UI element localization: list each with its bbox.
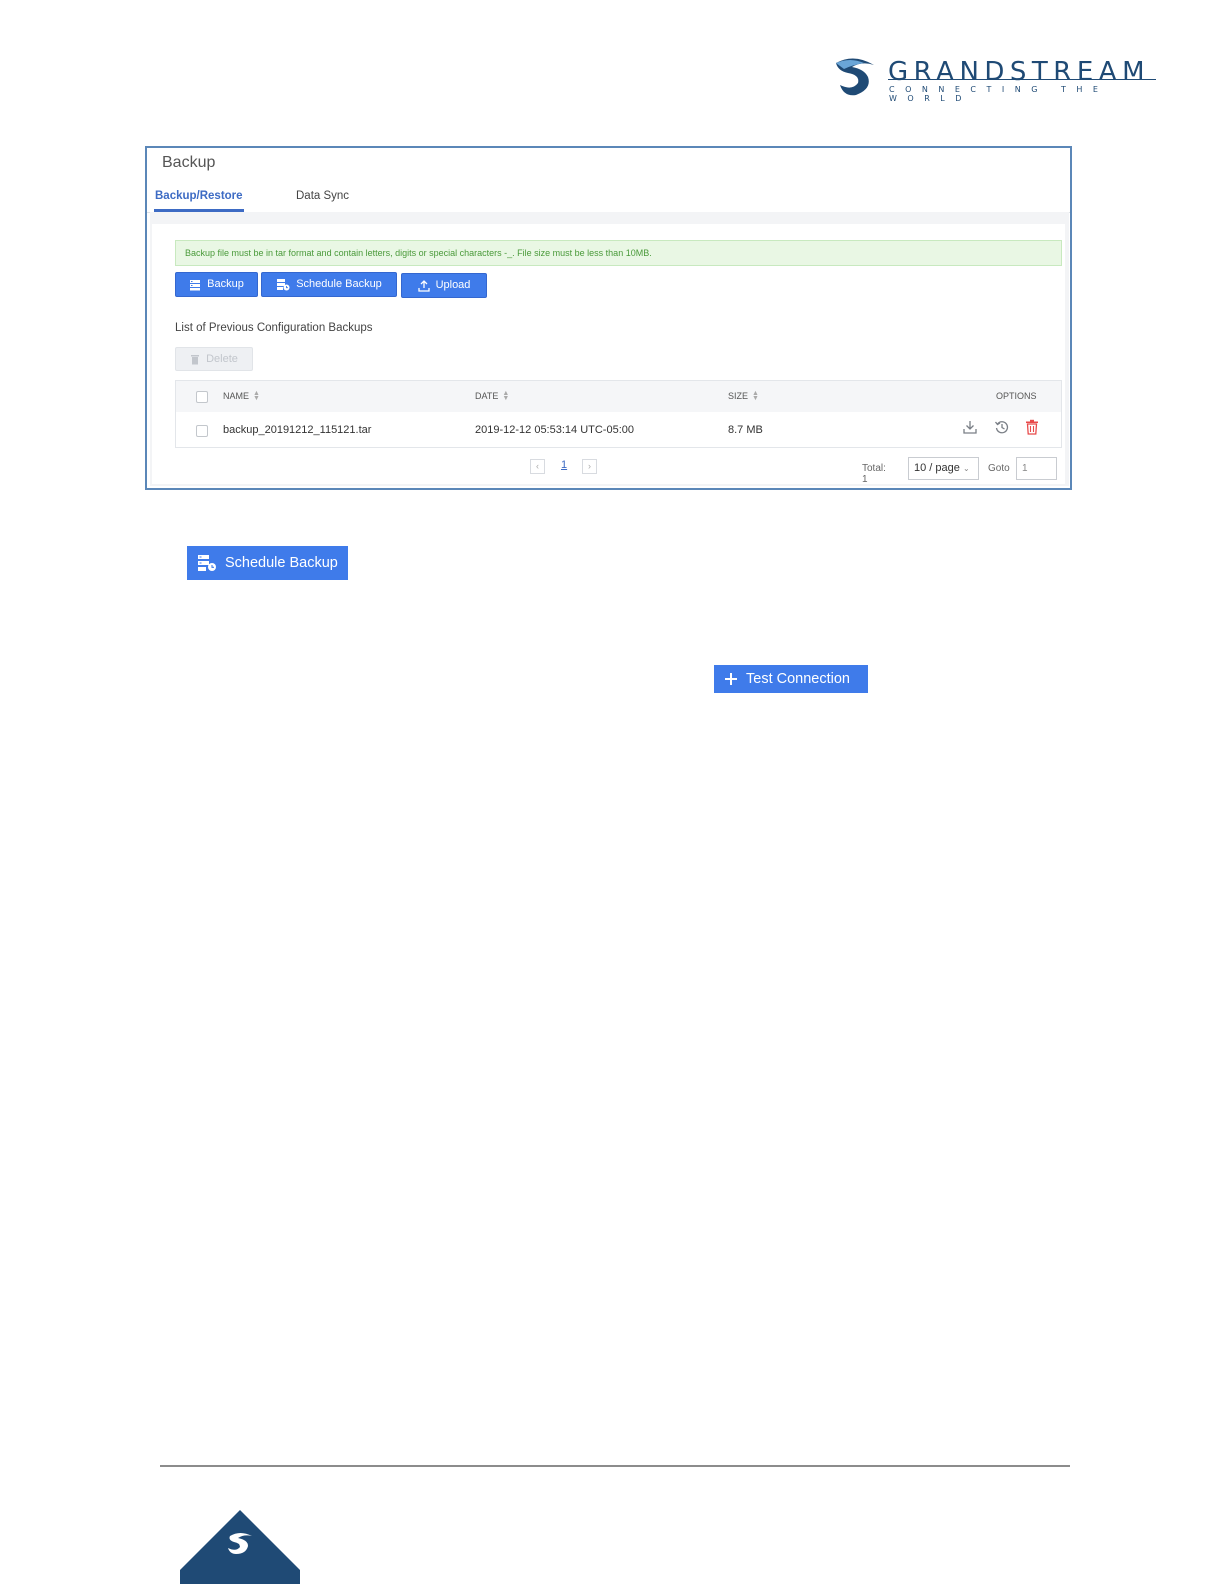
schedule-backup-large-label: Schedule Backup [225,555,338,571]
upload-icon [417,279,430,292]
chevron-down-icon: ⌄ [962,464,970,473]
logo-tagline: CONNECTING THE WORLD [889,85,1109,103]
delete-button-label: Delete [206,353,238,365]
upload-button[interactable]: Upload [401,273,487,298]
panel-title: Backup [162,154,216,171]
logo-divider [888,79,1156,80]
schedule-backup-button-large[interactable]: Schedule Backup [187,546,348,580]
test-connection-button[interactable]: Test Connection [714,665,868,693]
table-header: NAME ▲ ▼ DATE ▲ ▼ SIZE ▲ ▼ OPTIONS [176,381,1061,412]
column-size-label: SIZE [728,391,749,401]
tab-backup-restore[interactable]: Backup/Restore [155,190,243,202]
download-icon[interactable] [962,419,978,440]
sort-icon: ▲ ▼ [502,390,510,402]
select-all-checkbox[interactable] [196,391,208,403]
notice-banner: Backup file must be in tar format and co… [175,240,1062,266]
delete-button[interactable]: Delete [175,347,253,371]
page-size-value: 10 / page [914,462,960,474]
column-size[interactable]: SIZE ▲ ▼ [728,390,759,402]
column-name[interactable]: NAME ▲ ▼ [223,390,260,402]
goto-input[interactable] [1016,457,1057,480]
tab-bar: Backup/Restore Data Sync [147,182,1070,213]
column-options: OPTIONS [996,391,1037,401]
logo-wordmark: GRANDSTREAM [888,57,1151,87]
page-number[interactable]: 1 [561,459,567,471]
goto-label: Goto [988,463,1010,474]
grandstream-logo-icon [836,58,874,96]
schedule-server-icon [277,279,290,291]
backup-panel: Backup Backup/Restore Data Sync Backup f… [145,146,1072,490]
row-name: backup_20191212_115121.tar [223,424,372,436]
footer-logo-icon [180,1510,300,1584]
delete-icon[interactable] [1025,419,1039,440]
prev-page-button[interactable]: ‹ [530,459,545,474]
total-count: Total: 1 [862,463,886,485]
content-area: Backup file must be in tar format and co… [150,212,1069,486]
backup-button[interactable]: Backup [175,272,258,297]
grandstream-logo: GRANDSTREAM CONNECTING THE WORLD [834,55,1164,103]
schedule-backup-button[interactable]: Schedule Backup [261,272,397,297]
content-card: Backup file must be in tar format and co… [152,224,1065,485]
row-size: 8.7 MB [728,424,763,436]
backup-button-label: Backup [207,278,244,290]
test-connection-label: Test Connection [746,671,850,687]
page-size-select[interactable]: 10 / page ⌄ [908,457,979,480]
row-checkbox[interactable] [196,425,208,437]
next-page-button[interactable]: › [582,459,597,474]
restore-icon[interactable] [994,419,1010,440]
tab-data-sync[interactable]: Data Sync [296,190,349,202]
plus-icon [725,673,737,685]
column-date-label: DATE [475,391,499,401]
column-name-label: NAME [223,391,250,401]
upload-button-label: Upload [435,279,471,291]
trash-icon [191,354,200,364]
server-icon [190,279,201,290]
backup-table: NAME ▲ ▼ DATE ▲ ▼ SIZE ▲ ▼ OPTIONS backu… [175,380,1062,448]
sort-icon: ▲ ▼ [752,390,759,402]
sort-icon: ▲ ▼ [253,390,260,402]
column-options-label: OPTIONS [996,391,1037,401]
schedule-backup-button-label: Schedule Backup [296,278,382,290]
footer-divider [160,1465,1070,1467]
schedule-server-icon [198,555,216,571]
backup-list-title: List of Previous Configuration Backups [175,322,373,334]
row-date: 2019-12-12 05:53:14 UTC-05:00 [475,424,634,436]
column-date[interactable]: DATE ▲ ▼ [475,390,510,402]
